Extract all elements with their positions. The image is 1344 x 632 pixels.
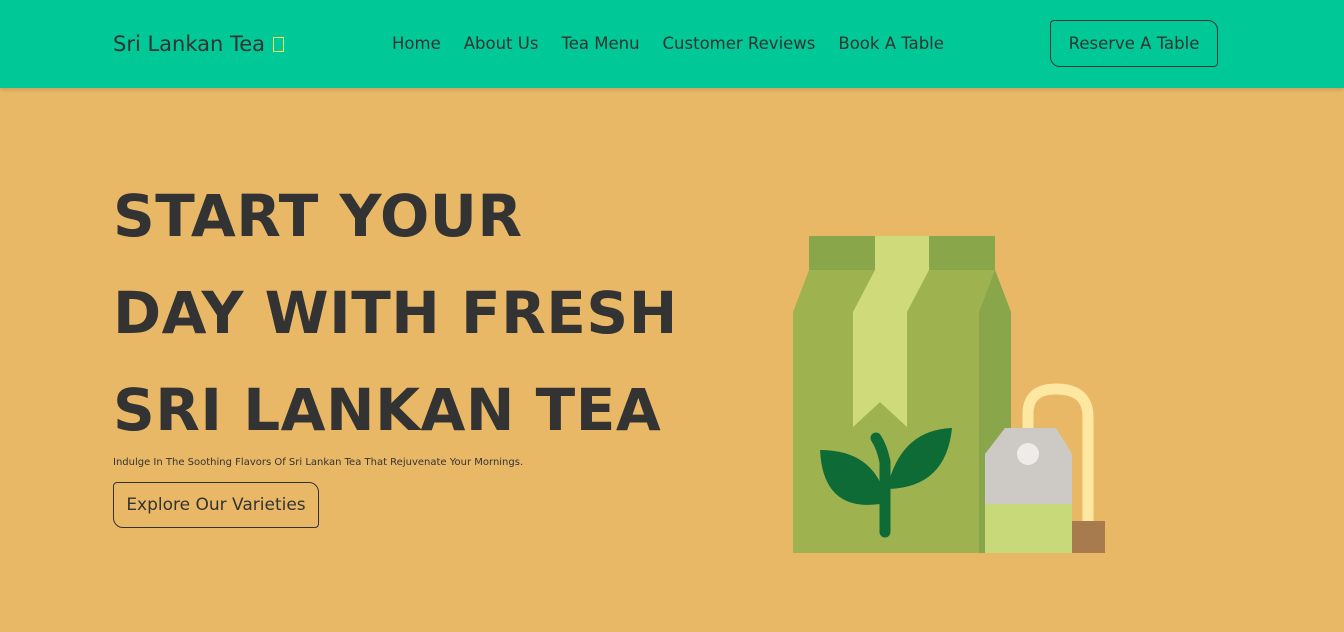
reserve-table-button[interactable]: Reserve A Table — [1050, 20, 1218, 67]
tea-illustration — [793, 236, 1105, 553]
navbar: Sri Lankan Tea Home About Us Tea Menu Cu… — [0, 0, 1344, 88]
nav-link-tea-menu[interactable]: Tea Menu — [561, 33, 639, 55]
nav-link-book-a-table[interactable]: Book A Table — [838, 33, 944, 55]
nav-link-about-us[interactable]: About Us — [464, 33, 539, 55]
hero-title: START YOUR DAY WITH FRESH SRI LANKAN TEA — [113, 168, 678, 459]
teabag-tag — [1072, 521, 1105, 553]
brand-logo[interactable]: Sri Lankan Tea — [113, 30, 285, 58]
hero-title-line-3: SRI LANKAN TEA — [113, 376, 662, 444]
leaf-icon — [273, 37, 285, 52]
nav-link-customer-reviews[interactable]: Customer Reviews — [663, 33, 816, 55]
hero-subtitle: Indulge In The Soothing Flavors Of Sri L… — [113, 457, 524, 468]
teabag-hole — [1017, 443, 1039, 465]
brand-name[interactable]: Sri Lankan Tea — [113, 32, 265, 56]
teabag-bottom — [985, 504, 1072, 553]
teabag-top — [985, 428, 1072, 508]
nav-link-home[interactable]: Home — [392, 33, 441, 55]
hero-title-line-2: DAY WITH FRESH — [113, 279, 678, 347]
explore-varieties-button[interactable]: Explore Our Varieties — [113, 482, 319, 528]
nav-menu: Home About Us Tea Menu Customer Reviews … — [392, 33, 944, 55]
hero-title-line-1: START YOUR — [113, 182, 523, 250]
